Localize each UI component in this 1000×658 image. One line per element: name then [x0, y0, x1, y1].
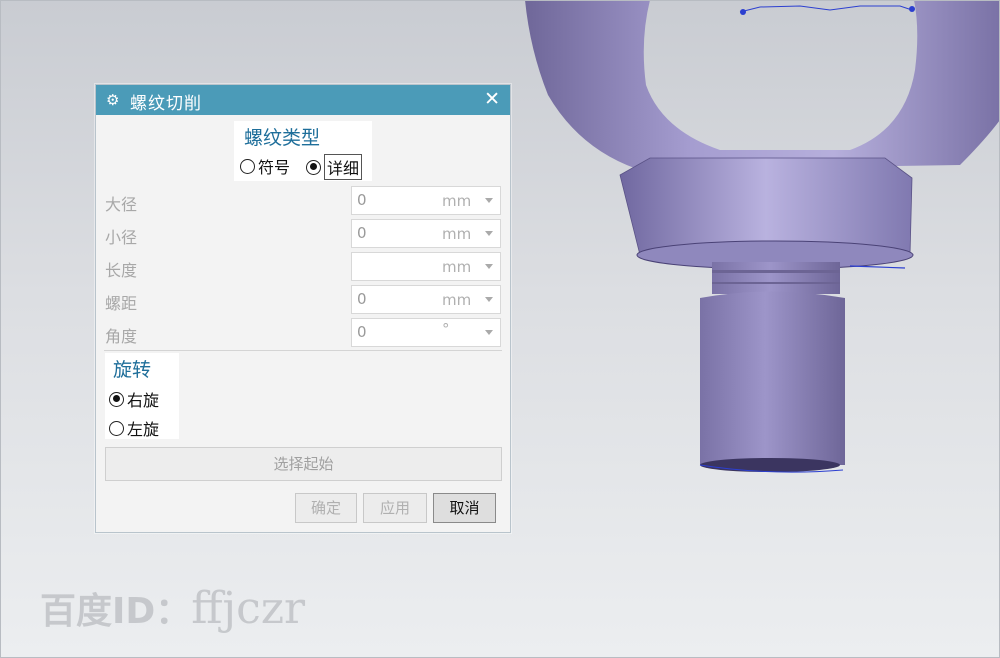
minor-diameter-label: 小径	[105, 228, 138, 247]
major-diameter-input[interactable]: 0 mm	[351, 186, 501, 215]
major-diameter-value: 0	[357, 191, 367, 209]
field-row-length: 长度 mm	[96, 251, 510, 281]
rotation-left-option[interactable]: 左旋	[109, 416, 159, 440]
gear-icon[interactable]: ⚙	[106, 91, 119, 109]
field-row-minor-diameter: 小径 0 mm	[96, 218, 510, 248]
field-row-pitch: 螺距 0 mm	[96, 284, 510, 314]
radio-detailed[interactable]	[306, 159, 321, 175]
cad-viewport[interactable]: 百度ID：ffjczr 百度ID：ffjczr 百度ID：ffjczr ⚙ 螺纹…	[0, 0, 1000, 658]
minor-diameter-input[interactable]: 0 mm	[351, 219, 501, 248]
angle-label: 角度	[105, 327, 138, 346]
apply-button[interactable]: 应用	[363, 493, 427, 523]
select-start-button[interactable]: 选择起始	[105, 447, 502, 481]
thread-type-symbol-option[interactable]: 符号	[240, 154, 290, 178]
pitch-label: 螺距	[105, 294, 138, 313]
minor-diameter-value: 0	[357, 224, 367, 242]
chevron-down-icon[interactable]	[485, 330, 493, 335]
angle-input[interactable]: 0 °	[351, 318, 501, 347]
rotation-right-option[interactable]: 右旋	[109, 387, 159, 411]
rotation-label: 旋转	[113, 359, 152, 381]
pitch-input[interactable]: 0 mm	[351, 285, 501, 314]
field-row-major-diameter: 大径 0 mm	[96, 185, 510, 215]
pitch-unit: mm	[442, 291, 472, 309]
chevron-down-icon[interactable]	[485, 198, 493, 203]
length-label: 长度	[105, 261, 138, 280]
divider	[104, 350, 502, 351]
detailed-label: 详细	[324, 154, 363, 180]
radio-right-hand[interactable]	[109, 391, 124, 407]
major-diameter-unit: mm	[442, 192, 472, 210]
dialog-title: 螺纹切削	[130, 94, 202, 114]
radio-symbol[interactable]	[240, 158, 255, 174]
dialog-titlebar[interactable]: ⚙ 螺纹切削 ✕	[96, 85, 510, 115]
chevron-down-icon[interactable]	[485, 297, 493, 302]
chevron-down-icon[interactable]	[485, 264, 493, 269]
thread-type-label: 螺纹类型	[244, 127, 321, 149]
thread-type-detailed-option[interactable]: 详细	[306, 154, 363, 180]
thread-type-group: 螺纹类型 符号 详细	[234, 121, 372, 181]
length-unit: mm	[442, 258, 472, 276]
length-input[interactable]: mm	[351, 252, 501, 281]
chevron-down-icon[interactable]	[485, 231, 493, 236]
minor-diameter-unit: mm	[442, 225, 472, 243]
field-row-angle: 角度 0 °	[96, 317, 510, 347]
ring-shape	[525, 0, 1000, 170]
left-hand-label: 左旋	[127, 420, 160, 439]
angle-value: 0	[357, 323, 367, 341]
right-hand-label: 右旋	[127, 391, 160, 410]
cancel-button[interactable]: 取消	[433, 493, 496, 523]
angle-unit: °	[442, 320, 450, 338]
close-icon[interactable]: ✕	[484, 88, 500, 110]
symbol-label: 符号	[258, 158, 291, 177]
rotation-group: 旋转 右旋 左旋	[105, 353, 179, 439]
thread-cut-dialog: ⚙ 螺纹切削 ✕ 螺纹类型 符号 详细 大径 0 mm 小径 0 mm 长度 m…	[95, 84, 511, 533]
radio-left-hand[interactable]	[109, 420, 124, 436]
pitch-value: 0	[357, 290, 367, 308]
major-diameter-label: 大径	[105, 195, 138, 214]
ok-button[interactable]: 确定	[295, 493, 357, 523]
